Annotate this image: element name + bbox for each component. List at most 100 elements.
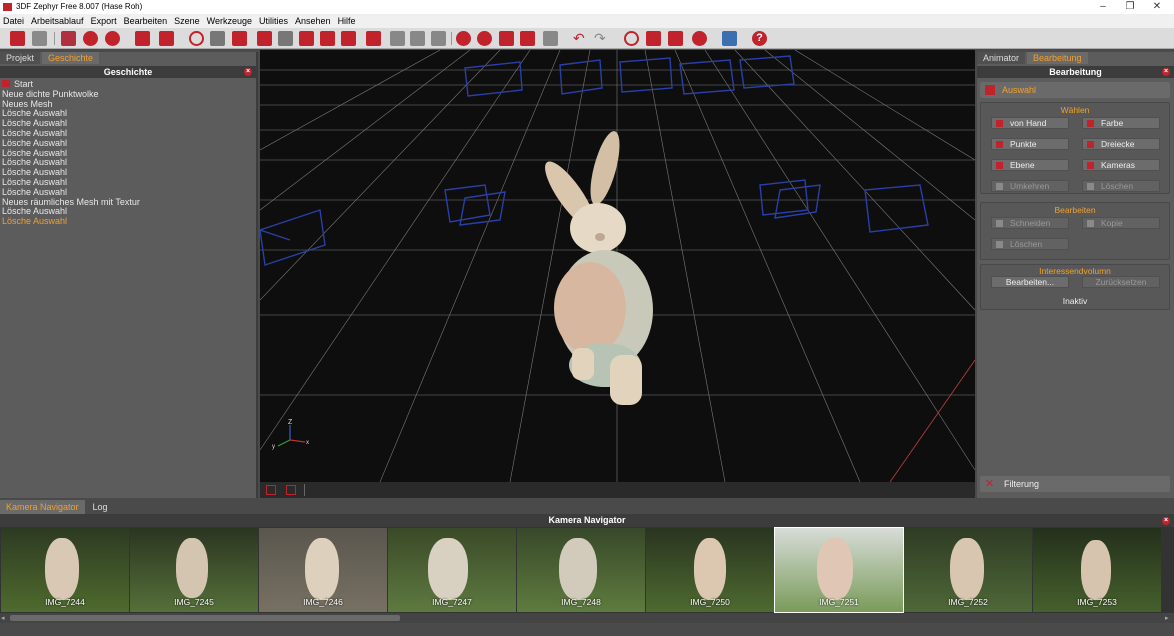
scrollbar-thumb[interactable] xyxy=(10,615,400,621)
thumbnail[interactable]: IMG_7248 xyxy=(517,528,645,612)
kopie-button[interactable]: Kopie xyxy=(1082,217,1160,229)
start-icon xyxy=(2,80,10,87)
select-icon[interactable] xyxy=(210,31,225,46)
save-icon[interactable] xyxy=(32,31,47,46)
sphere-icon[interactable] xyxy=(477,31,492,46)
history-title: Geschichte × xyxy=(0,66,256,78)
thumbnail-strip: IMG_7244 IMG_7245 IMG_7246 IMG_7247 IMG_… xyxy=(0,527,1174,613)
mesh-tri-icon[interactable] xyxy=(278,31,293,46)
minimize-icon[interactable]: – xyxy=(1093,0,1113,14)
bearbeiten-group: Bearbeiten Schneiden Kopie Löschen xyxy=(980,202,1170,260)
close-icon[interactable]: ✕ xyxy=(1147,0,1167,14)
kameras-button[interactable]: Kameras xyxy=(1082,159,1160,171)
gear-icon[interactable] xyxy=(692,31,707,46)
camera-icon[interactable] xyxy=(159,31,174,46)
zuruecksetzen-button[interactable]: Zurücksetzen xyxy=(1082,276,1160,288)
menu-arbeitsablauf[interactable]: Arbeitsablauf xyxy=(31,14,84,28)
loeschen-edit-button[interactable]: Löschen xyxy=(991,238,1069,250)
thumbnail[interactable]: IMG_7246 xyxy=(259,528,387,612)
close-history-icon[interactable]: × xyxy=(244,68,252,76)
tree-icon[interactable] xyxy=(232,31,247,46)
measure-tool-icon[interactable] xyxy=(286,485,296,495)
mesh-icon[interactable] xyxy=(135,31,150,46)
select-tool-icon[interactable] xyxy=(266,485,276,495)
hand-plus-icon[interactable] xyxy=(410,31,425,46)
menu-bearbeiten[interactable]: Bearbeiten xyxy=(124,14,168,28)
menu-export[interactable]: Export xyxy=(91,14,117,28)
bearbeiten-volume-button[interactable]: Bearbeiten... xyxy=(991,276,1069,288)
tab-kamera-navigator[interactable]: Kamera Navigator xyxy=(0,500,85,514)
selection-icon xyxy=(985,85,995,95)
left-tabs: Projekt Geschichte xyxy=(0,52,256,64)
thumbnail[interactable]: IMG_7247 xyxy=(388,528,516,612)
left-panel: Projekt Geschichte Geschichte × Start Ne… xyxy=(0,52,258,498)
loeschen-select-button[interactable]: Löschen xyxy=(1082,180,1160,192)
thumbnail[interactable]: IMG_7244 xyxy=(1,528,129,612)
pin-icon[interactable] xyxy=(257,31,272,46)
window-icon[interactable] xyxy=(543,31,558,46)
triangle-icon[interactable] xyxy=(299,31,314,46)
restore-icon[interactable]: ❐ xyxy=(1120,0,1140,14)
close-bearbeitung-icon[interactable]: × xyxy=(1162,68,1170,76)
punkte-button[interactable]: Punkte xyxy=(991,138,1069,150)
dense-cloud-icon[interactable] xyxy=(105,31,120,46)
viewport-scene: Z y x xyxy=(260,50,975,482)
workflow-icon[interactable] xyxy=(61,31,76,46)
menu-hilfe[interactable]: Hilfe xyxy=(338,14,356,28)
cube-alt-icon[interactable] xyxy=(520,31,535,46)
tab-bearbeitung[interactable]: Bearbeitung xyxy=(1027,52,1088,64)
thumbnail-scrollbar[interactable]: ◂ ▸ xyxy=(0,613,1174,623)
menu-datei[interactable]: Datei xyxy=(3,14,24,28)
tab-animator[interactable]: Animator xyxy=(977,52,1026,64)
ruler-icon[interactable] xyxy=(668,31,683,46)
scroll-right-icon[interactable]: ▸ xyxy=(1165,614,1169,622)
brush-icon[interactable] xyxy=(341,31,356,46)
waehlen-group: Wählen von Hand Farbe Punkte Dreiecke Eb… xyxy=(980,102,1170,194)
redo-icon[interactable]: ↷ xyxy=(594,31,609,46)
title-bar: 3DF Zephyr Free 8.007 (Hase Roh) – ❐ ✕ xyxy=(0,0,1174,14)
tab-projekt[interactable]: Projekt xyxy=(0,52,41,64)
menu-ansehen[interactable]: Ansehen xyxy=(295,14,331,28)
axis-x-label: x xyxy=(306,440,309,446)
dreiecke-button[interactable]: Dreiecke xyxy=(1082,138,1160,150)
close-navigator-icon[interactable]: × xyxy=(1162,517,1170,525)
crop-icon[interactable] xyxy=(646,31,661,46)
rotate-icon[interactable] xyxy=(189,31,204,46)
tab-log[interactable]: Log xyxy=(86,500,114,514)
farbe-button[interactable]: Farbe xyxy=(1082,117,1160,129)
triangle-outline-icon[interactable] xyxy=(320,31,335,46)
schneiden-button[interactable]: Schneiden xyxy=(991,217,1069,229)
thumbnail-selected[interactable]: IMG_7251 xyxy=(774,527,904,613)
tab-geschichte[interactable]: Geschichte xyxy=(42,52,100,64)
filterung-header[interactable]: ✕ Filterung xyxy=(980,476,1170,492)
robot-icon[interactable] xyxy=(366,31,381,46)
menu-utilities[interactable]: Utilities xyxy=(259,14,288,28)
thumbnail[interactable]: IMG_7253 xyxy=(1033,528,1161,612)
target-icon[interactable] xyxy=(624,31,639,46)
3d-viewport[interactable]: Z y x xyxy=(260,50,975,482)
menu-szene[interactable]: Szene xyxy=(174,14,200,28)
help-icon[interactable]: ? xyxy=(752,31,767,46)
window-title: 3DF Zephyr Free 8.007 (Hase Roh) xyxy=(16,2,143,11)
axis-gizmo xyxy=(277,425,306,447)
thumbnail[interactable]: IMG_7252 xyxy=(904,528,1032,612)
new-project-icon[interactable] xyxy=(10,31,25,46)
thumbnail[interactable]: IMG_7250 xyxy=(646,528,774,612)
delete-icon xyxy=(996,241,1003,248)
stamp-icon[interactable] xyxy=(431,31,446,46)
ebene-button[interactable]: Ebene xyxy=(991,159,1069,171)
history-item-current[interactable]: Lösche Auswahl xyxy=(2,216,254,227)
auswahl-header[interactable]: Auswahl xyxy=(980,82,1170,98)
menu-werkzeuge[interactable]: Werkzeuge xyxy=(207,14,252,28)
von-hand-button[interactable]: von Hand xyxy=(991,117,1069,129)
scroll-left-icon[interactable]: ◂ xyxy=(1,614,5,622)
cameras-icon xyxy=(1087,162,1094,169)
grid-icon[interactable] xyxy=(456,31,471,46)
sparse-cloud-icon[interactable] xyxy=(83,31,98,46)
hand-icon[interactable] xyxy=(390,31,405,46)
cube-icon[interactable] xyxy=(499,31,514,46)
thumbnail[interactable]: IMG_7245 xyxy=(130,528,258,612)
umkehren-button[interactable]: Umkehren xyxy=(991,180,1069,192)
undo-icon[interactable]: ↶ xyxy=(573,31,588,46)
box-icon[interactable] xyxy=(722,31,737,46)
